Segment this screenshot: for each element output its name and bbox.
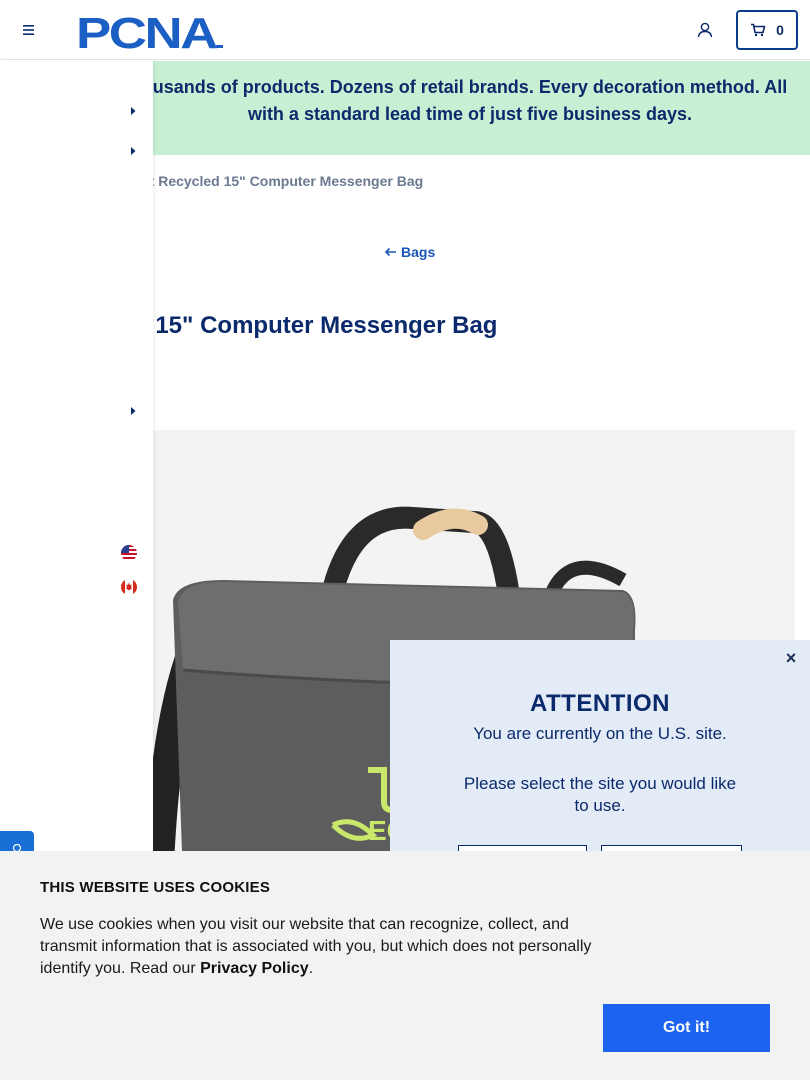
accept-cookies-button[interactable]: Got it! xyxy=(603,1004,770,1052)
back-to-bags-link[interactable]: Bags xyxy=(384,244,435,260)
account-icon[interactable] xyxy=(694,19,716,41)
site-selection-modal: × ATTENTION You are currently on the U.S… xyxy=(390,640,810,885)
cookie-title: THIS WEBSITE USES COOKIES xyxy=(40,879,271,896)
logo-wordmark: PCNA xyxy=(76,10,217,52)
canada-flag-icon[interactable] xyxy=(121,579,137,595)
modal-message: You are currently on the U.S. site. xyxy=(473,724,727,743)
site-header: PCNA 0 xyxy=(0,0,810,60)
banner-text: usands of products. Dozens of retail bra… xyxy=(152,77,788,124)
modal-prompt: Please select the site you would like to… xyxy=(463,774,737,815)
cookie-body: We use cookies when you visit our websit… xyxy=(40,916,592,977)
cart-icon xyxy=(751,23,766,37)
close-icon[interactable]: × xyxy=(782,648,800,669)
cart-button[interactable]: 0 xyxy=(736,10,798,50)
page: PCNA 0 usands of products. Dozens of ret… xyxy=(0,0,810,1080)
side-navigation-drawer xyxy=(0,60,153,880)
cookie-body-end: . xyxy=(308,960,314,977)
caret-right-icon[interactable] xyxy=(128,146,138,156)
cart-count: 0 xyxy=(776,22,784,38)
caret-right-icon[interactable] xyxy=(128,406,138,416)
pcna-logo[interactable]: PCNA xyxy=(76,10,226,52)
back-link-label: Bags xyxy=(401,244,436,260)
caret-right-icon[interactable] xyxy=(128,106,138,116)
privacy-policy-link[interactable]: Privacy Policy xyxy=(200,960,309,977)
product-title: d 15" Computer Messenger Bag xyxy=(134,312,498,339)
breadcrumb[interactable]: ft Recycled 15" Computer Messenger Bag xyxy=(145,173,423,189)
cookie-text: We use cookies when you visit our websit… xyxy=(40,914,610,980)
hamburger-menu-icon[interactable] xyxy=(18,20,38,40)
cookie-consent-banner: THIS WEBSITE USES COOKIES We use cookies… xyxy=(0,851,810,1080)
modal-title: ATTENTION xyxy=(529,690,671,717)
arrow-left-icon xyxy=(384,247,396,257)
us-flag-icon[interactable] xyxy=(121,545,137,561)
